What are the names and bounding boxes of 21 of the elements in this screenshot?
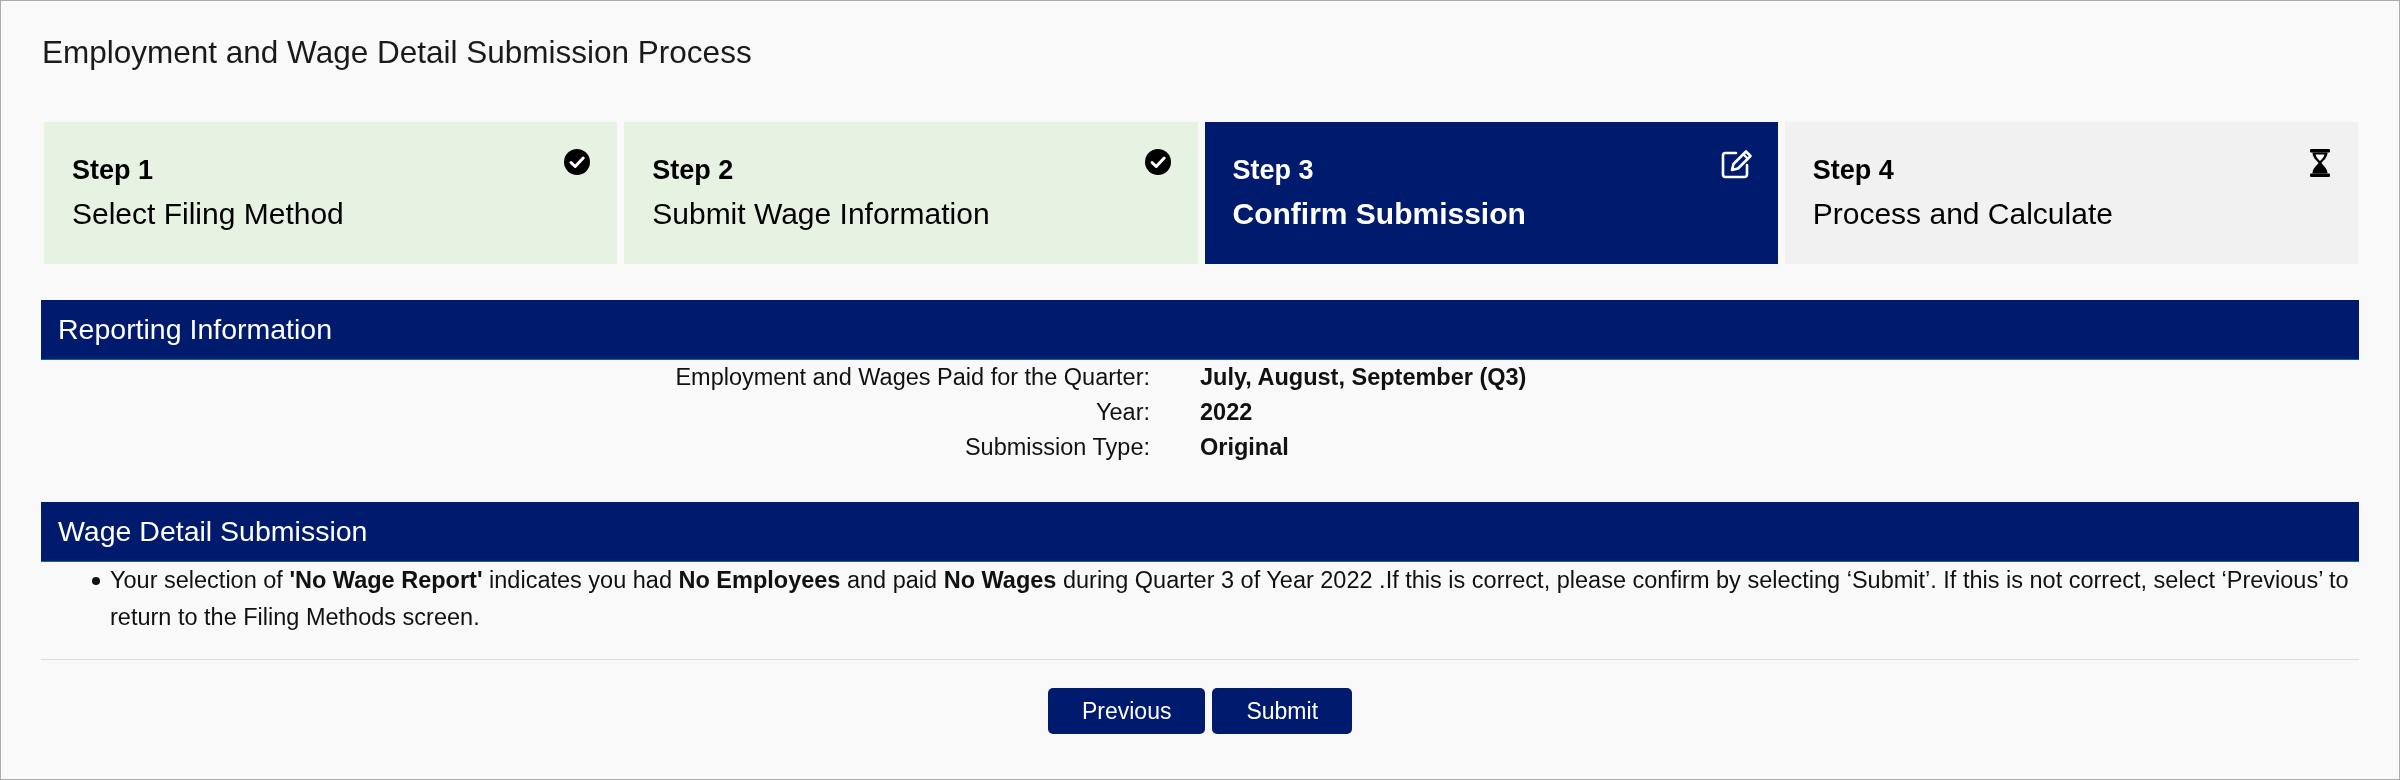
- field-label: Employment and Wages Paid for the Quarter:: [675, 363, 1151, 392]
- section-header: Reporting Information: [41, 300, 2359, 360]
- step-number: Step 3: [1232, 155, 1314, 186]
- step-number: Step 1: [72, 155, 154, 186]
- field-label: Submission Type:: [964, 433, 1151, 462]
- step-label: Select Filing Method: [72, 196, 344, 231]
- submit-button[interactable]: Submit: [1212, 688, 1353, 734]
- step-label: Submit Wage Information: [652, 196, 990, 231]
- field-label: Year:: [1096, 398, 1151, 427]
- field-value: Original: [1200, 433, 1289, 462]
- field-value: 2022: [1200, 398, 1253, 427]
- bullet-icon: [92, 577, 100, 585]
- step-number: Step 2: [652, 155, 734, 186]
- step-label: Confirm Submission: [1232, 196, 1526, 231]
- instruction-text: Your selection of 'No Wage Report' indicates you had No Employees and paid No Wages during Quarter 3 of Year 2022 .If this is correct, please confirm by selecting ‘Submit’. If this is not correct, select ‘Previous’ to return to the Filing Methods screen.: [110, 566, 2350, 632]
- previous-button[interactable]: Previous: [1047, 688, 1206, 734]
- step-label: Process and Calculate: [1812, 196, 2113, 231]
- field-value: July, August, September (Q3): [1200, 363, 1527, 392]
- step-number: Step 4: [1812, 155, 1894, 186]
- section-header: Wage Detail Submission: [41, 502, 2359, 562]
- page-title: Employment and Wage Detail Submission Process: [42, 34, 752, 71]
